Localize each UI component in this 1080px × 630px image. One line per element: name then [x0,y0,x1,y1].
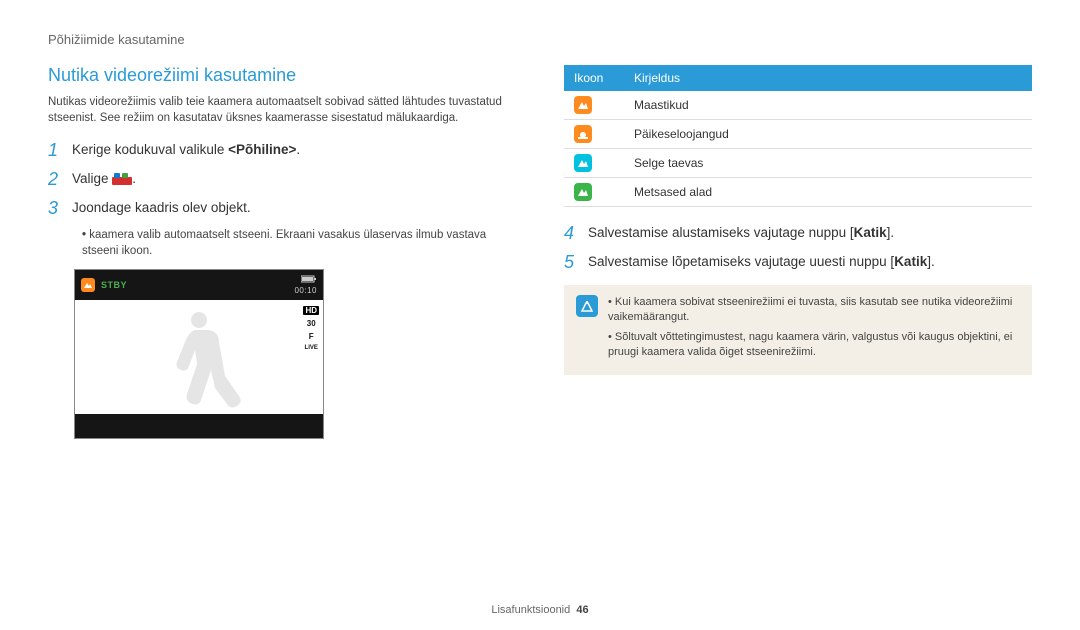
step-3: 3 Joondage kaadris olev objekt. [48,198,516,219]
step-number: 4 [564,223,588,244]
row-label: Maastikud [624,91,1032,120]
row-label: Selge taevas [624,149,1032,178]
step-pre: Salvestamise alustamiseks vajutage nuppu… [588,225,854,240]
th-icon: Ikoon [564,65,624,91]
step-5: 5 Salvestamise lõpetamiseks vajutage uue… [564,252,1032,273]
right-column: Ikoon Kirjeldus Maastikud Päikeseloojang… [564,65,1032,439]
fps-label: 30 [307,319,316,328]
rec-time: 00:10 [294,287,317,295]
camera-preview: STBY 00:10 HD 30 F LIVE [74,269,324,439]
step-text: Valige . [72,169,136,186]
step-text: Salvestamise alustamiseks vajutage nuppu… [588,223,894,240]
th-desc: Kirjeldus [624,65,1032,91]
step-bold: <Põhiline> [228,142,296,157]
live-label: LIVE [305,345,318,351]
step-pre: Salvestamise lõpetamiseks vajutage uuest… [588,254,894,269]
step-text: Kerige kodukuval valikule <Põhiline>. [72,140,300,157]
forest-icon [574,183,592,201]
video-mode-icon [112,173,132,187]
table-row: Selge taevas [564,149,1032,178]
preview-body [75,300,323,414]
preview-sidebar: HD 30 F LIVE [303,306,319,351]
preview-top-right: 00:10 [294,275,317,295]
step-post: ]. [887,225,895,240]
step-2: 2 Valige . [48,169,516,190]
note-item: Kui kaamera sobivat stseenirežiimi ei tu… [608,295,1020,326]
step-text: Salvestamise lõpetamiseks vajutage uuest… [588,252,935,269]
step-1: 1 Kerige kodukuval valikule <Põhiline>. [48,140,516,161]
row-label: Päikeseloojangud [624,120,1032,149]
preview-topbar: STBY 00:10 [75,270,323,300]
section-title: Nutika videorežiimi kasutamine [48,65,516,86]
step-post: . [132,171,136,186]
step-number: 1 [48,140,72,161]
scene-table: Ikoon Kirjeldus Maastikud Päikeseloojang… [564,65,1032,207]
step-post: ]. [927,254,935,269]
table-row: Maastikud [564,91,1032,120]
footer-page: 46 [576,604,588,616]
f-label: F [309,332,314,341]
step-pre: Valige [72,171,112,186]
footer-label: Lisafunktsioonid [491,604,570,616]
chapter-header: Põhižiimide kasutamine [48,32,1032,47]
note-item: Sõltuvalt võttetingimustest, nagu kaamer… [608,330,1020,361]
table-row: Metsased alad [564,178,1032,207]
step-post: . [296,142,300,157]
steps-right: 4 Salvestamise alustamiseks vajutage nup… [564,223,1032,273]
table-row: Päikeseloojangud [564,120,1032,149]
step-number: 3 [48,198,72,219]
steps-list: 1 Kerige kodukuval valikule <Põhiline>. … [48,140,516,259]
step-number: 2 [48,169,72,190]
clearsky-icon [574,154,592,172]
preview-top-left: STBY [81,278,127,292]
row-label: Metsased alad [624,178,1032,207]
page-footer: Lisafunktsioonid 46 [0,604,1080,616]
preview-bottombar [75,414,323,438]
landscape-icon [574,96,592,114]
step-text: Joondage kaadris olev objekt. [72,198,251,215]
intro-paragraph: Nutikas videorežiimis valib teie kaamera… [48,94,516,126]
note-box: Kui kaamera sobivat stseenirežiimi ei tu… [564,285,1032,375]
step-3-subbullet: kaamera valib automaatselt stseeni. Ekra… [82,227,516,259]
step-bold: Katik [894,254,927,269]
note-list: Kui kaamera sobivat stseenirežiimi ei tu… [608,295,1020,365]
step-4: 4 Salvestamise alustamiseks vajutage nup… [564,223,1032,244]
sunset-icon [574,125,592,143]
hd-badge: HD [303,306,319,315]
step-number: 5 [564,252,588,273]
left-column: Nutika videorežiimi kasutamine Nutikas v… [48,65,516,439]
battery-icon [301,275,317,285]
skater-silhouette [155,304,243,414]
step-pre: Kerige kodukuval valikule [72,142,228,157]
stby-label: STBY [101,280,127,290]
step-bold: Katik [854,225,887,240]
info-icon [576,295,598,317]
content-columns: Nutika videorežiimi kasutamine Nutikas v… [48,65,1032,439]
scene-icon [81,278,95,292]
